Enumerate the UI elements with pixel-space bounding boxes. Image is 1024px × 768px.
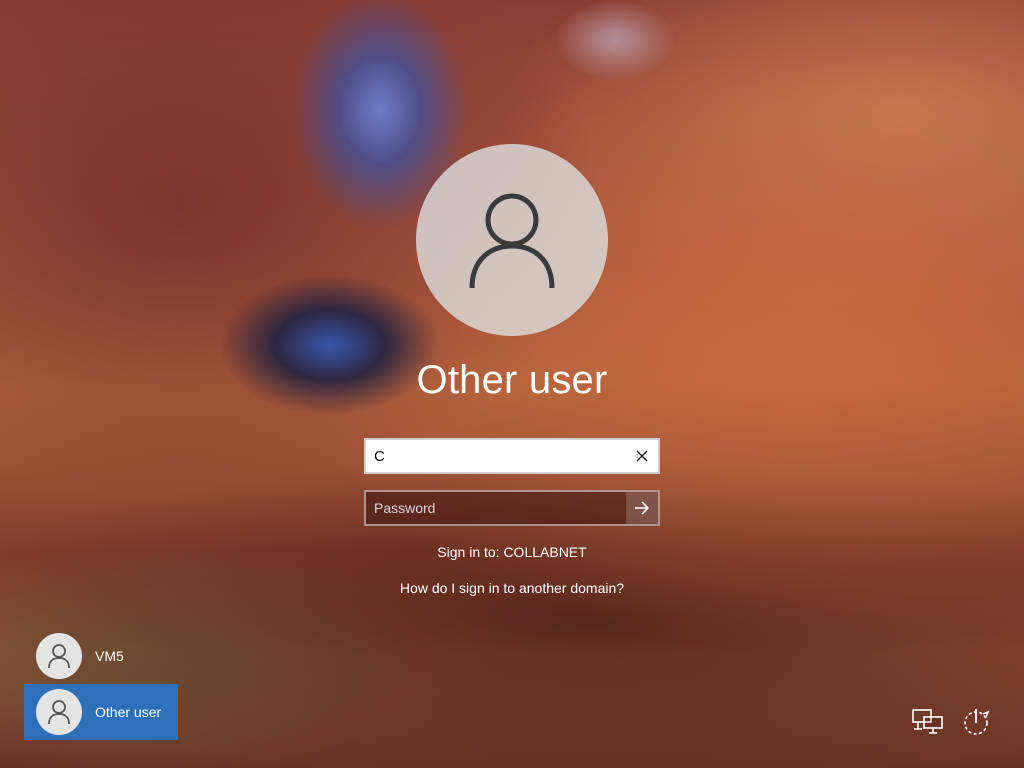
sign-in-domain-label: Sign in to: COLLABNET — [437, 544, 587, 560]
user-tile-vm5[interactable]: VM5 — [24, 628, 178, 684]
user-name-heading: Other user — [416, 358, 608, 402]
user-tile-label: VM5 — [95, 648, 124, 664]
user-icon — [469, 193, 555, 289]
user-icon — [48, 644, 70, 669]
clear-button[interactable] — [626, 440, 658, 472]
network-button[interactable] — [910, 704, 946, 740]
password-field — [364, 490, 660, 526]
arrow-right-icon — [635, 501, 650, 515]
network-icon — [912, 709, 943, 734]
username-field — [364, 438, 660, 474]
avatar — [36, 689, 82, 735]
user-avatar — [416, 144, 608, 336]
submit-button[interactable] — [626, 492, 658, 524]
username-input[interactable] — [366, 440, 626, 472]
user-icon — [48, 700, 70, 725]
user-tile-label: Other user — [95, 704, 162, 720]
close-icon — [636, 450, 648, 462]
user-tile-other-user[interactable]: Other user — [24, 684, 178, 740]
password-input[interactable] — [366, 492, 626, 524]
other-domain-link[interactable]: How do I sign in to another domain? — [312, 580, 712, 596]
power-icon — [964, 709, 990, 735]
lock-screen: Other user Sign in to: COLLABNET How do … — [0, 0, 1024, 768]
avatar — [36, 633, 82, 679]
power-button[interactable] — [958, 704, 994, 740]
